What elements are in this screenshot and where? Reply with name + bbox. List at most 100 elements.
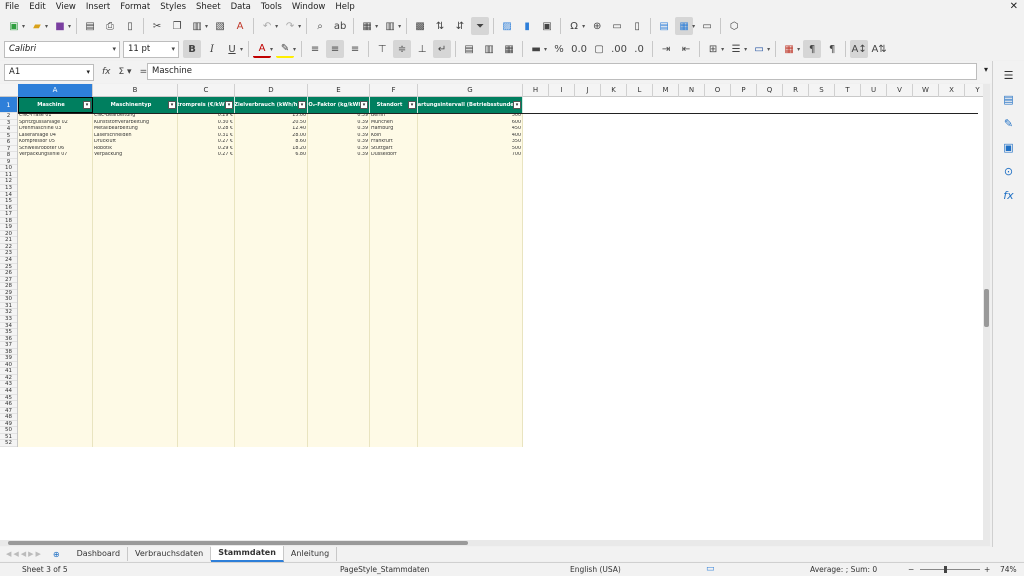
column-header-d[interactable]: D <box>235 84 308 97</box>
menu-styles[interactable]: Styles <box>155 0 191 14</box>
date-format-icon[interactable]: ▢ <box>590 40 608 58</box>
column-header-b[interactable]: B <box>93 84 178 97</box>
spreadsheet-grid[interactable]: ABCDEFGHIJKLMNOPQRSTUVWXY 1 2 3 4 5 6 7 8 9 10 11 1… <box>0 84 990 540</box>
clone-formatting-icon[interactable]: ▧ <box>211 17 229 35</box>
zoom-slider-knob[interactable] <box>944 566 947 573</box>
bold-icon[interactable]: B <box>183 40 201 58</box>
column-header-w[interactable]: W <box>913 84 939 97</box>
zoom-slider[interactable] <box>920 569 980 570</box>
redo-icon[interactable]: ↷ <box>281 17 299 35</box>
column-dropdown-icon[interactable]: ▾ <box>398 23 401 30</box>
navigator-icon[interactable]: ⊙ <box>1001 163 1017 179</box>
table-cell[interactable] <box>93 440 178 447</box>
column-header-h[interactable]: H <box>523 84 549 97</box>
row-icon[interactable]: ▦ <box>358 17 376 35</box>
column-header-e[interactable]: E <box>308 84 370 97</box>
autofilter-dropdown-icon[interactable]: ▾ <box>513 101 521 109</box>
sheet-tab-anleitung[interactable]: Anleitung <box>284 547 338 561</box>
sheet-tab-dashboard[interactable]: Dashboard <box>70 547 129 561</box>
column-header-q[interactable]: Q <box>757 84 783 97</box>
table-header-cell[interactable]: Strompreis (€/kWh) ▾ <box>178 97 235 113</box>
percent-format-icon[interactable]: % <box>550 40 568 58</box>
export-pdf-icon[interactable]: ▤ <box>81 17 99 35</box>
table-header-cell[interactable]: Maschine ▾ <box>18 97 93 113</box>
define-print-area-icon[interactable]: ▤ <box>655 17 673 35</box>
vertical-text-icon[interactable]: A⇅ <box>870 40 888 58</box>
table-header-cell[interactable]: CO₂-Faktor (kg/kWh) ▾ <box>308 97 370 113</box>
increase-indent-icon[interactable]: ⇥ <box>657 40 675 58</box>
styles-icon[interactable]: ✎ <box>1001 115 1017 131</box>
paste-icon[interactable]: ▥ <box>188 17 206 35</box>
headers-footers-icon[interactable]: ▯ <box>628 17 646 35</box>
font-name-box[interactable]: Calibri ▾ <box>4 40 120 58</box>
expand-formula-icon[interactable]: ▾ <box>984 65 988 74</box>
tab-navigation[interactable]: ◀◀◀▶▶ <box>6 550 43 558</box>
table-cell[interactable] <box>418 440 523 447</box>
undo-icon[interactable]: ↶ <box>258 17 276 35</box>
properties-icon[interactable]: ▤ <box>1001 91 1017 107</box>
underline-icon[interactable]: U <box>223 40 241 58</box>
freeze-rows-columns-icon[interactable]: ▦ <box>675 17 694 35</box>
font-color-dropdown-icon[interactable]: ▾ <box>270 46 273 53</box>
insert-chart-icon[interactable]: ▮ <box>518 17 536 35</box>
align-middle-icon[interactable]: ≑ <box>393 40 412 58</box>
new-document-icon[interactable]: ▣ <box>5 17 23 35</box>
left-to-right-icon[interactable]: ¶ <box>803 40 822 58</box>
comment-icon[interactable]: ▭ <box>608 17 626 35</box>
autofilter-dropdown-icon[interactable]: ▾ <box>225 101 233 109</box>
row-header[interactable]: 1 <box>0 97 17 113</box>
table-header-cell[interactable]: Maschinentyp ▾ <box>93 97 178 113</box>
copy-icon[interactable]: ❐ <box>168 17 186 35</box>
sidebar-menu-icon[interactable]: ☰ <box>1001 67 1017 83</box>
spelling-icon[interactable]: ab <box>331 17 349 35</box>
font-size-box[interactable]: 11 pt ▾ <box>123 40 179 58</box>
name-box[interactable]: A1 ▾ <box>4 63 94 81</box>
column-header-v[interactable]: V <box>887 84 913 97</box>
column-header-s[interactable]: S <box>809 84 835 97</box>
italic-icon[interactable]: I <box>203 40 221 58</box>
highlight-color-icon[interactable]: ✎ <box>276 40 295 58</box>
borders-icon[interactable]: ⊞ <box>704 40 722 58</box>
zoom-in-icon[interactable]: + <box>984 563 990 576</box>
column-header-c[interactable]: C <box>178 84 235 97</box>
column-header-r[interactable]: R <box>783 84 809 97</box>
special-character-icon[interactable]: Ω <box>565 17 583 35</box>
special-character-dropdown-icon[interactable]: ▾ <box>582 23 585 30</box>
sheet-tab-verbrauchsdaten[interactable]: Verbrauchsdaten <box>128 547 212 561</box>
open-folder-icon[interactable]: ▰ <box>28 17 46 35</box>
border-style-dropdown-icon[interactable]: ▾ <box>744 46 747 53</box>
align-center-icon[interactable]: ≡ <box>326 40 345 58</box>
redo-dropdown-icon[interactable]: ▾ <box>298 23 301 30</box>
function-wizard-icon[interactable]: fx <box>102 67 111 77</box>
language[interactable]: English (USA) <box>570 563 621 576</box>
freeze-dropdown-icon[interactable]: ▾ <box>692 23 695 30</box>
table-header-cell[interactable]: Wartungsintervall (Betriebsstunden) ▾ <box>418 97 523 113</box>
formula-icon[interactable]: = <box>140 67 148 77</box>
autofilter-icon[interactable]: ⏷ <box>471 17 490 35</box>
sum-icon[interactable]: Σ ▾ <box>119 67 132 77</box>
print-icon[interactable]: ⎙ <box>101 17 119 35</box>
align-top-icon[interactable]: ⊤ <box>373 40 391 58</box>
vertical-scroll-thumb[interactable] <box>984 289 989 327</box>
align-right-icon[interactable]: ≡ <box>346 40 364 58</box>
currency-dropdown-icon[interactable]: ▾ <box>544 46 547 53</box>
column-header-f[interactable]: F <box>370 84 418 97</box>
pivot-table-icon[interactable]: ▣ <box>538 17 556 35</box>
zoom-out-icon[interactable]: − <box>908 563 914 576</box>
autofilter-dropdown-icon[interactable]: ▾ <box>360 101 368 109</box>
column-header-i[interactable]: I <box>549 84 575 97</box>
find-replace-icon[interactable]: ⌕ <box>311 17 329 35</box>
cut-icon[interactable]: ✂ <box>148 17 166 35</box>
unmerge-cells-icon[interactable]: ▦ <box>500 40 518 58</box>
column-header-k[interactable]: K <box>601 84 627 97</box>
column-header-g[interactable]: G <box>418 84 523 97</box>
zoom-level[interactable]: 74% <box>1000 563 1017 576</box>
table-cell[interactable] <box>178 440 235 447</box>
open-dropdown-icon[interactable]: ▾ <box>45 23 48 30</box>
add-sheet-icon[interactable]: ⊕ <box>53 550 60 559</box>
add-decimal-icon[interactable]: .00 <box>610 40 628 58</box>
column-header-l[interactable]: L <box>627 84 653 97</box>
border-style-icon[interactable]: ☰ <box>727 40 745 58</box>
autofilter-dropdown-icon[interactable]: ▾ <box>83 101 91 109</box>
column-header-p[interactable]: P <box>731 84 757 97</box>
